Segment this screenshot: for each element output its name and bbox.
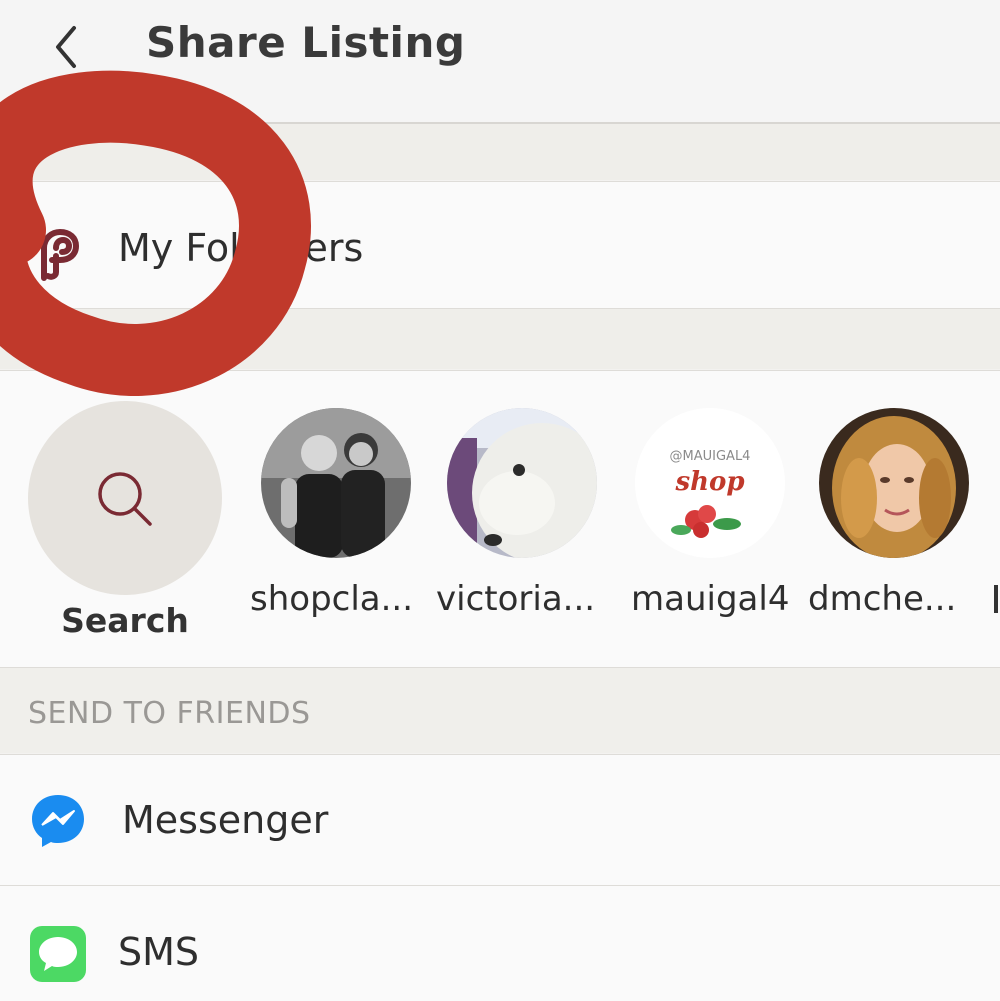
svg-text:shop: shop — [674, 467, 744, 497]
friend-name: mauigal4 — [631, 579, 790, 619]
messenger-label: Messenger — [122, 798, 329, 842]
sms-icon — [30, 926, 86, 982]
messenger-row[interactable]: Messenger — [0, 754, 1000, 885]
section-spacer — [0, 309, 1000, 369]
search-button[interactable] — [28, 401, 222, 595]
avatar[interactable] — [447, 408, 597, 558]
page-title: Share Listing — [146, 18, 466, 67]
app-header: Share Listing — [0, 0, 1000, 124]
section-spacer — [0, 124, 1000, 180]
avatar[interactable] — [261, 408, 411, 558]
friends-strip: Search shopcla... victoria... @MAUIGAL4 … — [0, 370, 1000, 669]
messenger-icon — [32, 795, 84, 847]
svg-text:@MAUIGAL4: @MAUIGAL4 — [670, 449, 751, 464]
friend-name: victoria... — [436, 579, 596, 619]
sms-row[interactable]: SMS — [0, 885, 1000, 1001]
my-followers-label: My Followers — [118, 226, 364, 270]
search-icon — [98, 472, 152, 526]
my-followers-row[interactable]: My Followers — [0, 181, 1000, 310]
chevron-left-icon[interactable] — [44, 22, 94, 72]
section-label: SEND TO FRIENDS — [28, 696, 311, 731]
avatar[interactable]: @MAUIGAL4 shop — [635, 408, 785, 558]
sms-label: SMS — [118, 930, 200, 974]
friend-name: dmche... — [808, 579, 957, 619]
avatar[interactable] — [819, 408, 969, 558]
send-to-friends-header: SEND TO FRIENDS — [0, 668, 1000, 753]
search-label: Search — [61, 601, 189, 640]
friend-name: shopcla... — [250, 579, 414, 619]
poshmark-icon — [41, 228, 80, 281]
next-friend-peek — [994, 585, 998, 613]
